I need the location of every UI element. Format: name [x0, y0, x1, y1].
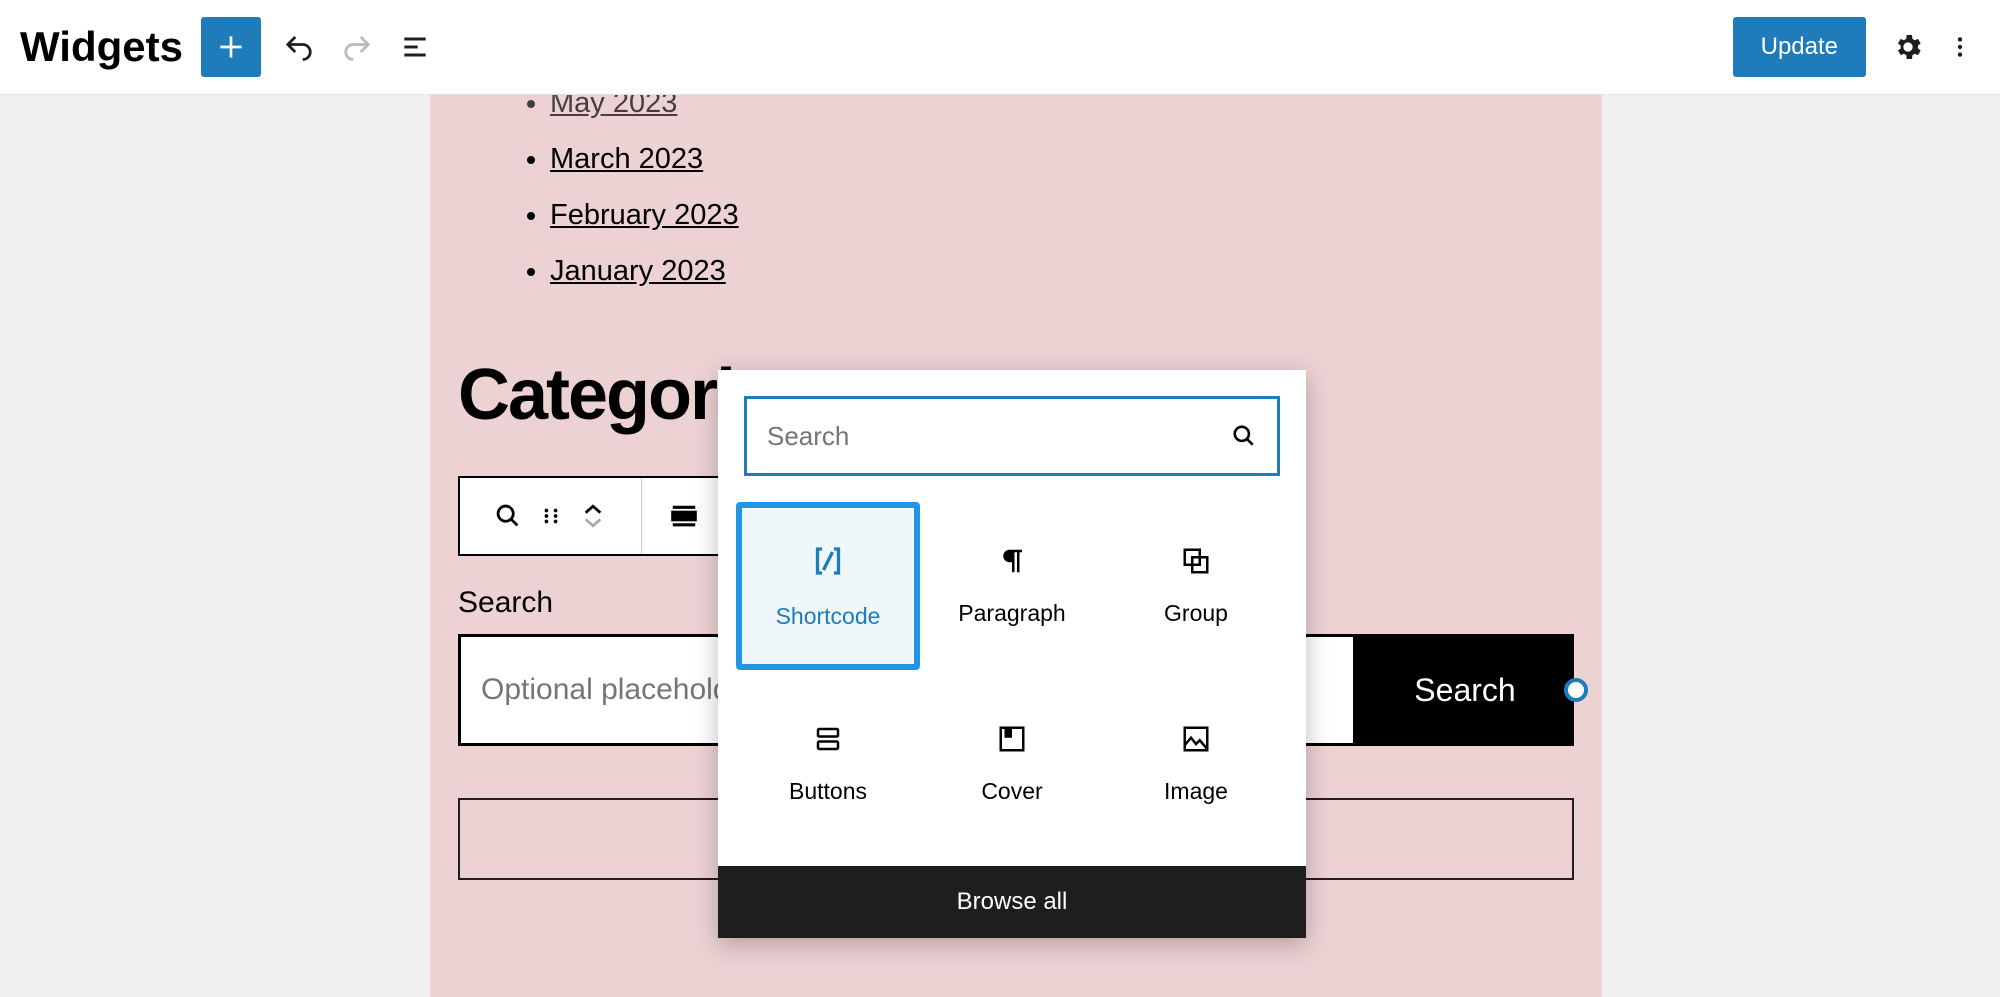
search-submit-button[interactable]: Search	[1356, 634, 1574, 746]
undo-icon	[284, 32, 314, 62]
block-item-label: Image	[1164, 778, 1228, 805]
block-inserter-popover: Shortcode Paragraph Group Buttons Cover	[718, 370, 1306, 938]
inserter-block-grid: Shortcode Paragraph Group Buttons Cover	[718, 502, 1306, 866]
block-item-cover[interactable]: Cover	[920, 680, 1104, 848]
chevron-up-icon	[582, 502, 604, 516]
block-toolbar-group	[460, 478, 642, 554]
shortcode-icon	[810, 543, 846, 579]
archive-link[interactable]: February 2023	[550, 187, 1602, 243]
undo-button[interactable]	[279, 27, 319, 67]
document-overview-button[interactable]	[395, 27, 435, 67]
redo-button[interactable]	[337, 27, 377, 67]
search-icon	[1231, 423, 1257, 449]
block-item-label: Buttons	[789, 778, 867, 805]
inserter-search-input[interactable]	[767, 421, 1231, 452]
add-block-button[interactable]	[201, 17, 261, 77]
block-item-group[interactable]: Group	[1104, 502, 1288, 670]
inserter-search-field[interactable]	[744, 396, 1280, 476]
paragraph-icon	[997, 546, 1027, 576]
update-button[interactable]: Update	[1733, 17, 1866, 77]
align-icon	[669, 501, 699, 531]
browse-all-button[interactable]: Browse all	[718, 866, 1306, 938]
block-item-label: Group	[1164, 600, 1228, 627]
block-item-shortcode[interactable]: Shortcode	[736, 502, 920, 670]
search-block-icon[interactable]	[494, 502, 522, 530]
list-view-icon	[399, 31, 431, 63]
resize-handle[interactable]	[1564, 678, 1588, 702]
editor-topbar: Widgets Update	[0, 0, 2000, 95]
block-toolbar	[458, 476, 728, 556]
buttons-icon	[813, 724, 843, 754]
block-item-image[interactable]: Image	[1104, 680, 1288, 848]
archive-link[interactable]: May 2023	[550, 95, 1602, 131]
archive-link[interactable]: March 2023	[550, 131, 1602, 187]
cover-icon	[997, 724, 1027, 754]
archive-link[interactable]: January 2023	[550, 243, 1602, 299]
page-title: Widgets	[20, 23, 183, 71]
move-up-down[interactable]	[580, 502, 606, 530]
block-item-label: Paragraph	[958, 600, 1065, 627]
settings-button[interactable]	[1888, 27, 1928, 67]
kebab-icon	[1947, 34, 1973, 60]
gear-icon	[1892, 31, 1924, 63]
block-item-label: Cover	[981, 778, 1042, 805]
plus-icon	[215, 31, 247, 63]
topbar-left: Widgets	[20, 17, 435, 77]
redo-icon	[342, 32, 372, 62]
more-options-button[interactable]	[1940, 27, 1980, 67]
image-icon	[1181, 724, 1211, 754]
block-item-paragraph[interactable]: Paragraph	[920, 502, 1104, 670]
editor-canvas: May 2023 March 2023 February 2023 Januar…	[0, 95, 2000, 997]
block-item-buttons[interactable]: Buttons	[736, 680, 920, 848]
drag-handle[interactable]	[540, 505, 562, 527]
block-item-label: Shortcode	[776, 603, 881, 630]
align-button[interactable]	[642, 478, 726, 554]
group-icon	[1181, 546, 1211, 576]
archive-list: May 2023 March 2023 February 2023 Januar…	[550, 95, 1602, 299]
chevron-down-icon	[582, 516, 604, 530]
